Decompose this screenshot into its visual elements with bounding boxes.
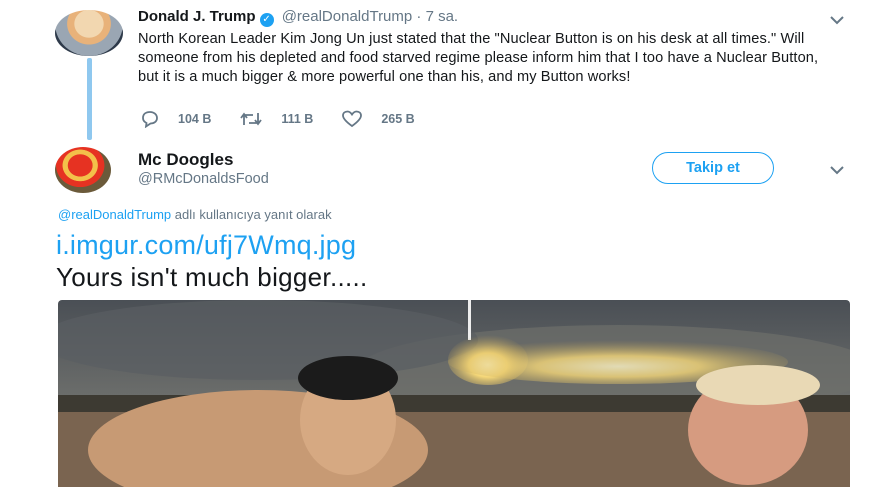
imgur-link[interactable]: i.imgur.com/ufj7Wmq.jpg [56, 230, 356, 261]
avatar-mc-doogles[interactable] [55, 147, 111, 193]
tweet2-author-name[interactable]: Mc Doogles [138, 150, 233, 170]
follow-button[interactable]: Takip et [652, 152, 774, 184]
thread-line [87, 58, 92, 140]
like-count: 265 B [381, 112, 415, 126]
reply-icon [142, 111, 158, 128]
reply-context: @realDonaldTrump adlı kullanıcıya yanıt … [58, 207, 332, 222]
like-button[interactable]: 265 B [341, 110, 415, 128]
retweet-button[interactable]: 111 B [239, 110, 313, 128]
reply-count: 104 B [178, 112, 212, 126]
reply-button[interactable]: 104 B [140, 110, 211, 128]
tweet1-menu-chevron-down-icon[interactable] [830, 12, 844, 30]
tweet1-time[interactable]: · 7 sa. [416, 8, 458, 25]
tweet2-handle[interactable]: @RMcDonaldsFood [138, 171, 269, 187]
tweet1-handle[interactable]: @realDonaldTrump [282, 8, 413, 25]
verified-icon: ✓ [259, 13, 274, 27]
retweet-count: 111 B [281, 112, 314, 126]
tweet2-text: Yours isn't much bigger..... [56, 262, 368, 292]
tweet1-author-name[interactable]: Donald J. Trump [138, 8, 256, 25]
tweet1-text: North Korean Leader Kim Jong Un just sta… [138, 31, 819, 85]
tweet1-actions: 104 B 111 B 265 B [140, 110, 443, 128]
tweet2-menu-chevron-down-icon[interactable] [830, 162, 844, 180]
like-icon [342, 110, 363, 128]
retweet-icon [240, 112, 263, 126]
attached-photo[interactable] [58, 300, 850, 487]
reply-to-link[interactable]: @realDonaldTrump [58, 207, 171, 222]
photo-illustration [58, 300, 850, 487]
tweet1-header: Donald J. Trump ✓ @realDonaldTrump · 7 sa… [138, 8, 458, 27]
reply-to-suffix: adlı kullanıcıya yanıt olarak [174, 207, 332, 222]
avatar-trump[interactable] [55, 10, 123, 56]
